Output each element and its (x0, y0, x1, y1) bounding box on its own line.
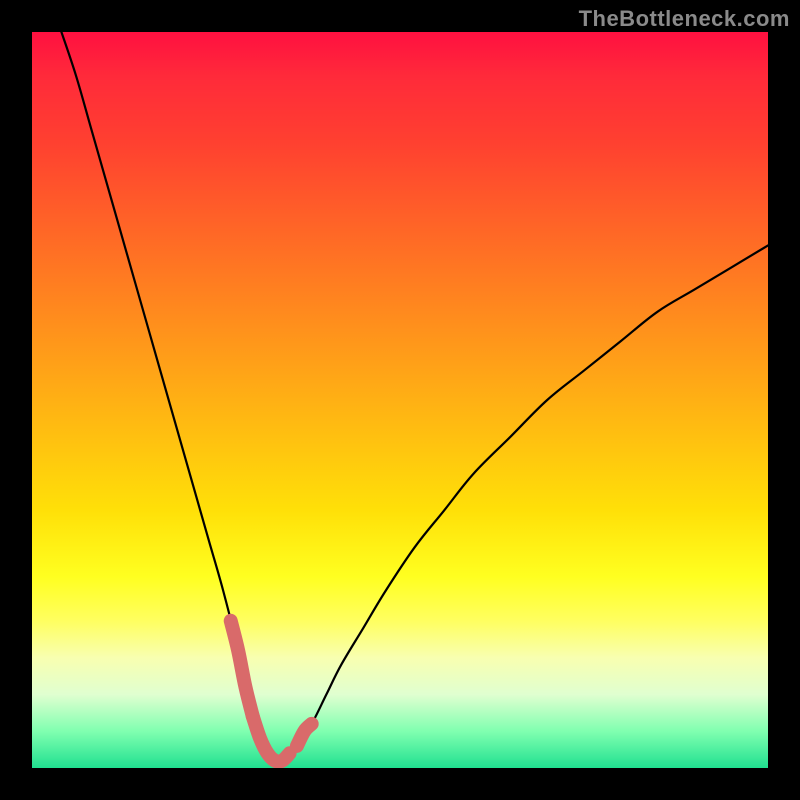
highlight-bottom (253, 716, 290, 761)
watermark: TheBottleneck.com (579, 6, 790, 32)
chart-frame: TheBottleneck.com (0, 0, 800, 800)
bottleneck-curve (61, 32, 768, 762)
highlight-right (297, 724, 312, 746)
curve-layer (32, 32, 768, 768)
highlight-left (231, 621, 253, 717)
